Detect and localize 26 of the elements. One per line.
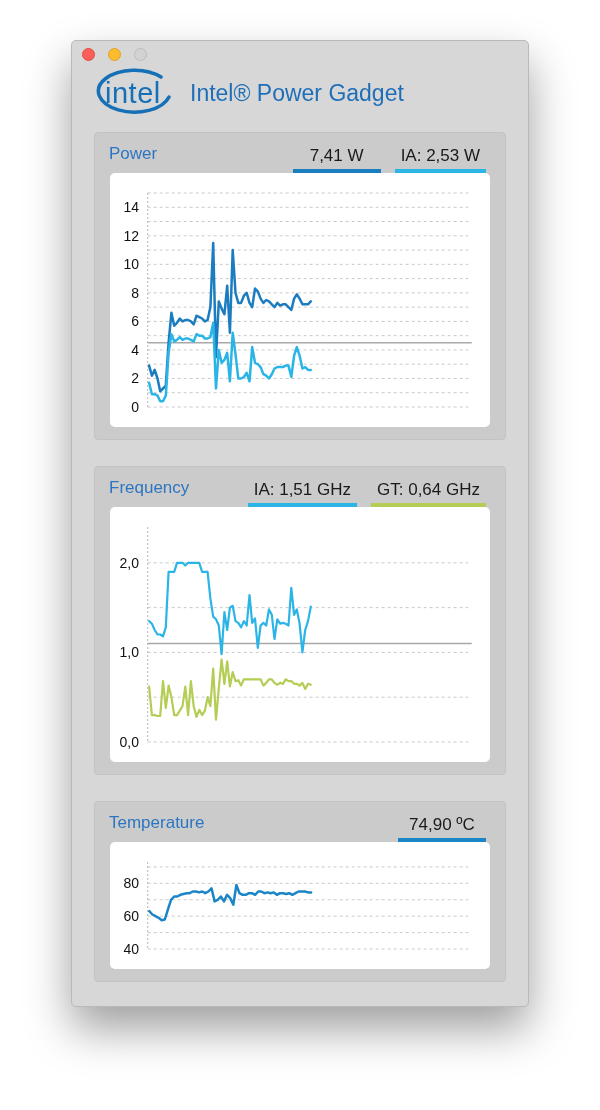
reading-value: GT: 0,64 GHz (376, 480, 481, 500)
axis-tick-label: 4 (131, 341, 139, 358)
app-title: Intel® Power Gadget (190, 79, 404, 107)
panel-title: Power (109, 144, 158, 164)
panel-title: Temperature (109, 813, 205, 833)
panel-title: Frequency (109, 478, 190, 498)
axis-tick-label: 14 (123, 199, 139, 216)
brand-logo: intel (95, 68, 172, 118)
axis-tick-label: 2 (131, 370, 139, 387)
axis-tick-label: 12 (123, 227, 139, 244)
reading-value: IA: 1,51 GHz (252, 480, 352, 500)
axis-tick-label: 0 (131, 399, 139, 415)
axis-tick-label: 60 (123, 908, 139, 925)
axis-tick-label: 40 (123, 941, 139, 957)
axis-tick-label: 2,0 (119, 554, 139, 571)
minimize-button[interactable] (108, 48, 121, 61)
axis-tick-label: 0,0 (119, 734, 139, 750)
reading-value: IA: 2,53 W (399, 146, 481, 166)
close-button[interactable] (82, 48, 95, 61)
axis-tick-label: 6 (131, 313, 139, 330)
axis-tick-label: 80 (123, 875, 139, 892)
axis-tick-label: 1,0 (119, 644, 139, 661)
axis-tick-label: 8 (131, 284, 139, 301)
reading-value: 7,41 W (308, 146, 365, 166)
axis-tick-label: 10 (123, 256, 139, 273)
reading-value: 74,90 ºC (408, 815, 476, 835)
